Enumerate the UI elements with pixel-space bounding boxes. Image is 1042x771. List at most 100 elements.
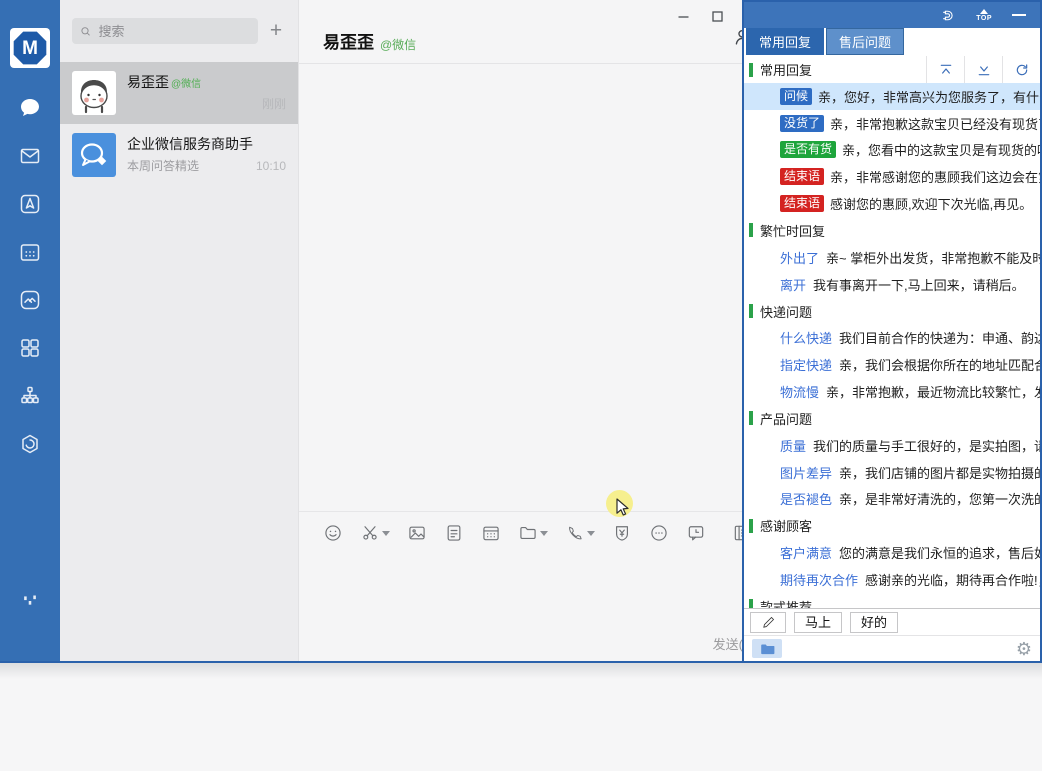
image-button[interactable]: [401, 523, 433, 543]
scroll-top-icon: [938, 62, 954, 78]
section-accent-bar: [749, 519, 753, 533]
chat-time: 10:10: [256, 159, 286, 173]
reply-text: 我们的质量与手工很好的，是实拍图，请...: [813, 436, 1040, 455]
reply-text: 感谢亲的光临，期待再合作啦!，...: [865, 570, 1040, 589]
calendar-button[interactable]: [475, 523, 507, 543]
reply-tag-link: 指定快递: [780, 355, 832, 374]
reply-text: 亲，非常抱歉，最近物流比较繁忙，发...: [826, 382, 1040, 401]
section-title: 快递问题: [760, 302, 812, 321]
cartoon-avatar-icon: [72, 71, 116, 115]
message-input-area[interactable]: 发送(S): [299, 548, 776, 663]
apps-grid-icon: [18, 336, 42, 360]
section-title: 感谢顾客: [760, 516, 812, 535]
window-shadow: [0, 663, 1042, 679]
caret-up-icon: [980, 9, 988, 14]
quick-reply-item[interactable]: 质量我们的质量与手工很好的，是实拍图，请...: [744, 432, 1040, 459]
dropdown-caret-icon: [382, 531, 390, 536]
quick-reply-item[interactable]: 没货了亲，非常抱歉这款宝贝已经没有现货了...: [744, 110, 1040, 137]
reply-text: 我们目前合作的快递为：申通、韵达...: [839, 328, 1040, 347]
tab-aftersale-questions[interactable]: 售后问题: [826, 28, 904, 55]
call-button[interactable]: [559, 523, 601, 543]
org-tree-icon: [18, 384, 42, 408]
chat-list-item[interactable]: 企业微信服务商助手 本周问答精选 10:10: [60, 124, 298, 186]
sidebar-item-menu[interactable]: [0, 619, 60, 655]
quick-reply-item[interactable]: 什么快递我们目前合作的快递为：申通、韵达...: [744, 325, 1040, 352]
pin-top-button[interactable]: TOP: [976, 9, 992, 22]
screenshot-button[interactable]: [354, 523, 396, 543]
quick-reply-item[interactable]: 问候亲，您好，非常高兴为您服务了，有什么...: [744, 83, 1040, 110]
tab-common-replies[interactable]: 常用回复: [746, 28, 824, 55]
reply-section-header[interactable]: 常用回复: [744, 56, 1040, 83]
file-button[interactable]: [438, 523, 470, 543]
calendar-grid-icon: [481, 523, 501, 543]
quick-send-button[interactable]: 马上: [794, 612, 842, 633]
reply-section-header[interactable]: 快递问题: [744, 298, 1040, 325]
messenger-window: M: [0, 0, 742, 663]
quick-reply-item[interactable]: 结束语亲，非常感谢您的惠顾我们这边会在第...: [744, 163, 1040, 190]
reply-tag-badge: 结束语: [780, 195, 824, 212]
reply-section-header[interactable]: 产品问题: [744, 405, 1040, 432]
chat-toolbar: [299, 511, 776, 548]
reply-section-header[interactable]: 款式推荐: [744, 593, 1040, 608]
folder-button[interactable]: [512, 523, 554, 543]
avatar: [72, 71, 116, 115]
message-area[interactable]: [299, 64, 776, 511]
minimize-button[interactable]: [666, 4, 700, 28]
reply-text: 亲~ 掌柜外出发货，非常抱歉不能及时...: [826, 248, 1040, 267]
chat-history-button[interactable]: [680, 523, 712, 543]
sidebar-item-filters[interactable]: [0, 583, 60, 619]
red-packet-button[interactable]: [606, 523, 638, 543]
quick-reply-item[interactable]: 图片差异亲，我们店铺的图片都是实物拍摄的...: [744, 459, 1040, 486]
quick-send-button[interactable]: 好的: [850, 612, 898, 633]
refresh-button[interactable]: [1003, 56, 1040, 83]
app-logo[interactable]: M: [10, 28, 50, 68]
sidebar-item-gallery[interactable]: [0, 276, 60, 324]
chat-list-item[interactable]: 易歪歪 @微信 刚刚: [60, 62, 298, 124]
avatar: [72, 133, 116, 177]
section-accent-bar: [749, 304, 753, 318]
search-box[interactable]: [72, 18, 258, 44]
reply-tag-badge: 没货了: [780, 115, 824, 132]
top-pin-label: TOP: [976, 15, 992, 22]
sidebar-item-chat[interactable]: [0, 84, 60, 132]
scroll-bottom-icon: [976, 62, 992, 78]
section-accent-bar: [749, 223, 753, 237]
reply-section-header[interactable]: 繁忙时回复: [744, 217, 1040, 244]
sidebar-item-workbench[interactable]: [0, 420, 60, 468]
sidebar-item-calendar[interactable]: [0, 228, 60, 276]
section-accent-bar: [749, 599, 753, 608]
scroll-to-bottom-button[interactable]: [965, 56, 1003, 83]
reply-tag-badge: 是否有货: [780, 141, 836, 158]
navigate-square-icon: [18, 192, 42, 216]
reply-tag-badge: 结束语: [780, 168, 824, 185]
emoji-button[interactable]: [317, 523, 349, 543]
quick-reply-item[interactable]: 指定快递亲，我们会根据你所在的地址匹配合...: [744, 351, 1040, 378]
reply-section-header[interactable]: 感谢顾客: [744, 512, 1040, 539]
sidebar-item-contacts[interactable]: [0, 372, 60, 420]
magnet-icon[interactable]: [939, 7, 956, 24]
sidebar-item-apps[interactable]: [0, 324, 60, 372]
quick-reply-item[interactable]: 离开我有事离开一下,马上回来，请稍后。: [744, 271, 1040, 298]
maximize-button[interactable]: [700, 4, 734, 28]
quick-edit-bar: 马上 好的: [744, 608, 1040, 635]
add-chat-button[interactable]: +: [264, 18, 288, 44]
quick-reply-item[interactable]: 是否褪色亲，是非常好清洗的，您第一次洗的...: [744, 486, 1040, 513]
wecom-logo-icon: [72, 133, 116, 177]
search-input[interactable]: [96, 23, 250, 40]
quick-reply-item[interactable]: 客户满意您的满意是我们永恒的追求，售后如...: [744, 539, 1040, 566]
more-button[interactable]: [643, 523, 675, 543]
quick-reply-item[interactable]: 结束语感谢您的惠顾,欢迎下次光临,再见。: [744, 190, 1040, 217]
quick-reply-item[interactable]: 物流慢亲，非常抱歉，最近物流比较繁忙，发...: [744, 378, 1040, 405]
quick-reply-item[interactable]: 是否有货亲，您看中的这款宝贝是有现货的呢...: [744, 137, 1040, 164]
dropdown-caret-icon: [540, 531, 548, 536]
panel-minimize-button[interactable]: [1012, 14, 1026, 16]
sidebar-item-workspace[interactable]: [0, 180, 60, 228]
scroll-to-top-button[interactable]: [927, 56, 965, 83]
chat-list: + 易歪歪 @微信: [60, 0, 298, 663]
sidebar-item-mail[interactable]: [0, 132, 60, 180]
quick-reply-item[interactable]: 外出了亲~ 掌柜外出发货，非常抱歉不能及时...: [744, 244, 1040, 271]
settings-gear-icon[interactable]: ⚙: [1016, 640, 1032, 658]
material-folder-button[interactable]: [752, 639, 782, 658]
quick-reply-item[interactable]: 期待再次合作感谢亲的光临，期待再合作啦!，...: [744, 566, 1040, 593]
edit-reply-button[interactable]: [750, 612, 786, 633]
